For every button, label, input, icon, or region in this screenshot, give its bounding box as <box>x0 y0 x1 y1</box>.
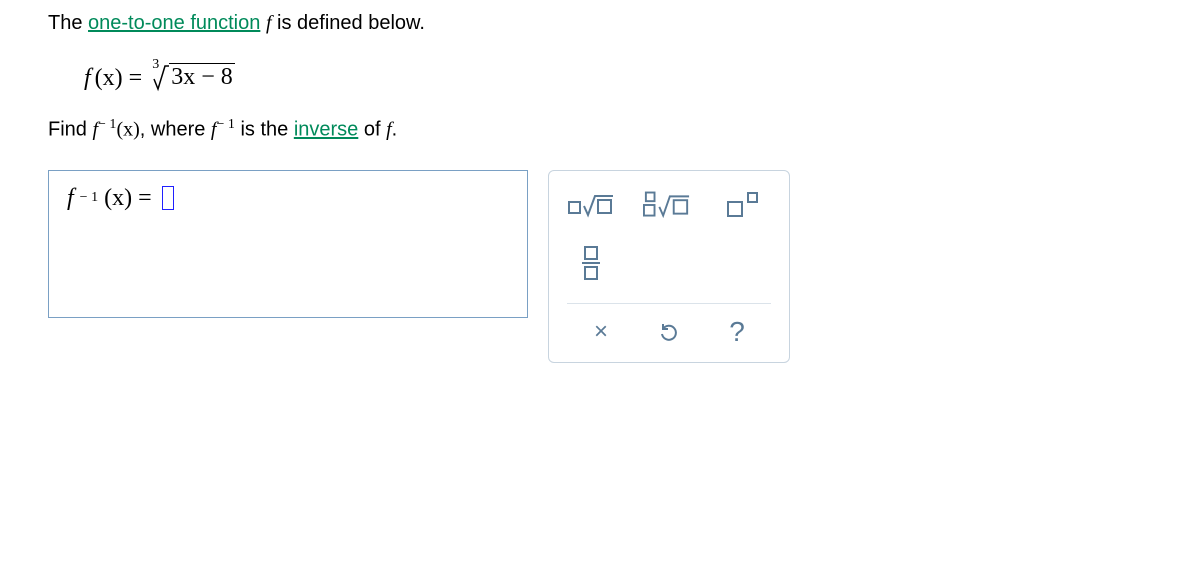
one-to-one-function-link[interactable]: one-to-one function <box>88 12 260 34</box>
power-button[interactable] <box>719 187 767 223</box>
inverse-link[interactable]: inverse <box>294 119 358 141</box>
problem-intro: The one-to-one function f is defined bel… <box>48 12 1152 35</box>
help-icon: ? <box>729 316 745 348</box>
nth-root-button[interactable] <box>643 187 691 223</box>
answer-input[interactable] <box>162 186 174 210</box>
answer-box[interactable]: f− 1(x) = <box>48 170 528 318</box>
sqrt-button[interactable] <box>567 187 615 223</box>
clear-button[interactable]: × <box>576 314 626 350</box>
find-instruction: Find f− 1(x), where f− 1 is the inverse … <box>48 117 1152 142</box>
close-icon: × <box>594 318 608 346</box>
math-tool-panel: × ? <box>548 170 790 363</box>
fraction-button[interactable] <box>567 245 615 281</box>
function-definition: f (x) = 3 3x − 8 <box>84 63 1152 93</box>
help-button[interactable]: ? <box>712 314 762 350</box>
intro-prefix: The <box>48 12 88 34</box>
undo-icon <box>658 321 680 343</box>
cube-root: 3 3x − 8 <box>146 63 235 93</box>
undo-button[interactable] <box>644 314 694 350</box>
